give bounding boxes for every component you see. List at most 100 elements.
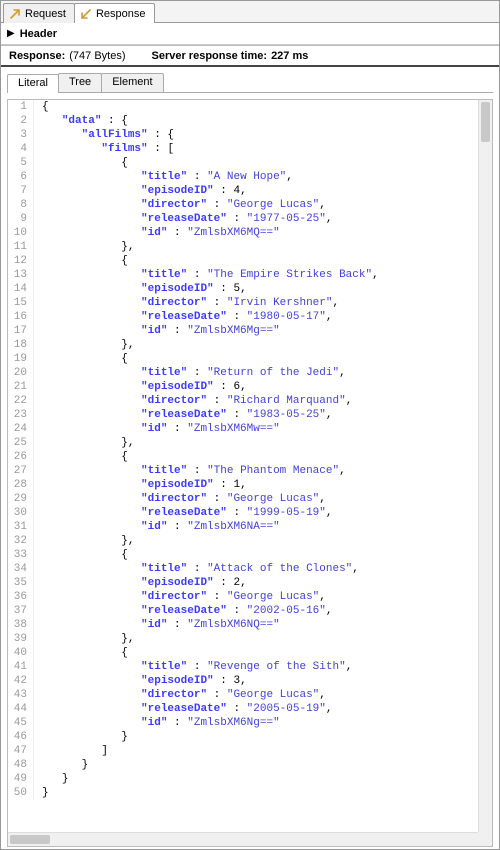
tab-tree[interactable]: Tree xyxy=(58,73,102,92)
scroll-corner xyxy=(478,832,492,846)
line-number: 32 xyxy=(8,534,34,548)
code-text: "title" : "Attack of the Clones", xyxy=(34,562,359,576)
code-line: 46 } xyxy=(8,730,478,744)
line-number: 35 xyxy=(8,576,34,590)
code-line: 19 { xyxy=(8,352,478,366)
code-line: 36 "director" : "George Lucas", xyxy=(8,590,478,604)
line-number: 30 xyxy=(8,506,34,520)
header-label: Header xyxy=(20,28,57,40)
line-number: 2 xyxy=(8,114,34,128)
line-number: 10 xyxy=(8,226,34,240)
tab-element[interactable]: Element xyxy=(101,73,163,92)
code-text: "episodeID" : 2, xyxy=(34,576,247,590)
line-number: 42 xyxy=(8,674,34,688)
line-number: 27 xyxy=(8,464,34,478)
line-number: 9 xyxy=(8,212,34,226)
code-text: "id" : "ZmlsbXM6NA==" xyxy=(34,520,280,534)
header-toggle[interactable]: ▶ Header xyxy=(1,23,499,45)
code-line: 25 }, xyxy=(8,436,478,450)
line-number: 19 xyxy=(8,352,34,366)
code-line: 2 "data" : { xyxy=(8,114,478,128)
code-body[interactable]: 1 {2 "data" : {3 "allFilms" : {4 "films" … xyxy=(8,100,478,832)
tab-response[interactable]: Response xyxy=(74,3,155,23)
code-text: { xyxy=(34,352,128,366)
code-line: 41 "title" : "Revenge of the Sith", xyxy=(8,660,478,674)
code-text: "director" : "Richard Marquand", xyxy=(34,394,352,408)
code-text: }, xyxy=(34,338,134,352)
code-text: "title" : "The Phantom Menace", xyxy=(34,464,346,478)
code-text: "allFilms" : { xyxy=(34,128,174,142)
line-number: 3 xyxy=(8,128,34,142)
line-number: 24 xyxy=(8,422,34,436)
code-line: 24 "id" : "ZmlsbXM6Mw==" xyxy=(8,422,478,436)
line-number: 33 xyxy=(8,548,34,562)
code-text: } xyxy=(34,786,49,800)
code-text: { xyxy=(34,254,128,268)
code-line: 31 "id" : "ZmlsbXM6NA==" xyxy=(8,520,478,534)
code-text: }, xyxy=(34,632,134,646)
line-number: 18 xyxy=(8,338,34,352)
tab-literal[interactable]: Literal xyxy=(7,74,59,93)
tab-response-label: Response xyxy=(96,8,146,20)
code-text: "episodeID" : 3, xyxy=(34,674,247,688)
server-time-label: Server response time: xyxy=(152,50,268,62)
code-line: 29 "director" : "George Lucas", xyxy=(8,492,478,506)
code-text: } xyxy=(34,772,68,786)
line-number: 31 xyxy=(8,520,34,534)
line-number: 25 xyxy=(8,436,34,450)
code-line: 47 ] xyxy=(8,744,478,758)
line-number: 17 xyxy=(8,324,34,338)
code-line: 21 "episodeID" : 6, xyxy=(8,380,478,394)
code-line: 49 } xyxy=(8,772,478,786)
vertical-scrollbar[interactable] xyxy=(478,100,492,832)
scrollbar-thumb[interactable] xyxy=(10,835,50,844)
line-number: 23 xyxy=(8,408,34,422)
scrollbar-thumb[interactable] xyxy=(481,102,490,142)
line-number: 7 xyxy=(8,184,34,198)
code-text: "episodeID" : 6, xyxy=(34,380,247,394)
code-text: "releaseDate" : "2005-05-19", xyxy=(34,702,333,716)
tab-request[interactable]: Request xyxy=(3,3,75,23)
code-text: "title" : "Revenge of the Sith", xyxy=(34,660,352,674)
code-text: }, xyxy=(34,534,134,548)
line-number: 14 xyxy=(8,282,34,296)
code-text: { xyxy=(34,450,128,464)
line-number: 11 xyxy=(8,240,34,254)
code-text: "director" : "George Lucas", xyxy=(34,198,326,212)
code-line: 35 "episodeID" : 2, xyxy=(8,576,478,590)
response-info-bar: Response: (747 Bytes) Server response ti… xyxy=(1,45,499,67)
code-line: 50} xyxy=(8,786,478,800)
line-number: 34 xyxy=(8,562,34,576)
code-line: 6 "title" : "A New Hope", xyxy=(8,170,478,184)
arrow-down-left-icon xyxy=(79,7,93,21)
line-number: 1 xyxy=(8,100,34,114)
code-text: { xyxy=(34,156,128,170)
code-line: 40 { xyxy=(8,646,478,660)
code-line: 26 { xyxy=(8,450,478,464)
line-number: 41 xyxy=(8,660,34,674)
line-number: 40 xyxy=(8,646,34,660)
line-number: 43 xyxy=(8,688,34,702)
code-line: 12 { xyxy=(8,254,478,268)
code-text: "releaseDate" : "1980-05-17", xyxy=(34,310,333,324)
code-line: 15 "director" : "Irvin Kershner", xyxy=(8,296,478,310)
horizontal-scrollbar[interactable] xyxy=(8,832,478,846)
arrow-up-right-icon xyxy=(8,7,22,21)
code-line: 7 "episodeID" : 4, xyxy=(8,184,478,198)
code-line: 27 "title" : "The Phantom Menace", xyxy=(8,464,478,478)
code-line: 5 { xyxy=(8,156,478,170)
code-text: "releaseDate" : "1999-05-19", xyxy=(34,506,333,520)
line-number: 50 xyxy=(8,786,34,800)
code-text: "episodeID" : 1, xyxy=(34,478,247,492)
code-line: 3 "allFilms" : { xyxy=(8,128,478,142)
code-text: } xyxy=(34,730,128,744)
line-number: 4 xyxy=(8,142,34,156)
code-text: ] xyxy=(34,744,108,758)
code-line: 11 }, xyxy=(8,240,478,254)
code-line: 4 "films" : [ xyxy=(8,142,478,156)
code-text: { xyxy=(34,646,128,660)
code-text: "director" : "George Lucas", xyxy=(34,688,326,702)
tab-request-label: Request xyxy=(25,8,66,20)
code-line: 34 "title" : "Attack of the Clones", xyxy=(8,562,478,576)
code-text: "releaseDate" : "1977-05-25", xyxy=(34,212,333,226)
